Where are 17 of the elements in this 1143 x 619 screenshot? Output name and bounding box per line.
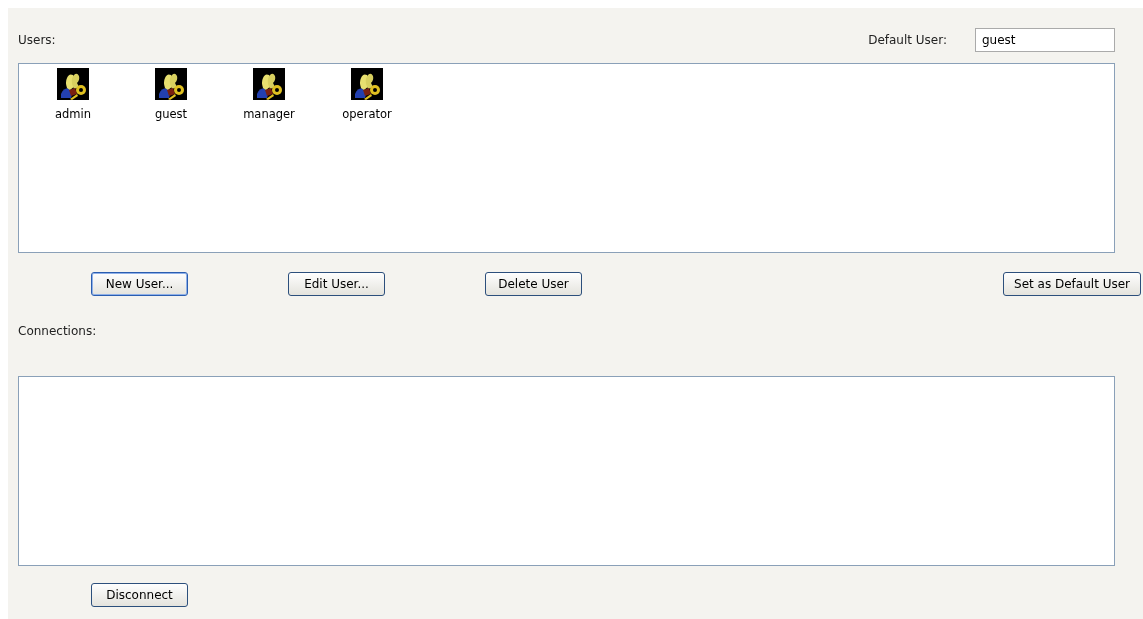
action-button[interactable]: Edit User... — [288, 272, 385, 296]
user-name[interactable]: guest — [133, 107, 209, 121]
default-user-field[interactable]: guest — [975, 28, 1115, 52]
users-key-icon — [155, 68, 187, 100]
users-key-icon — [57, 68, 89, 100]
user-name[interactable]: operator — [329, 107, 405, 121]
users-label: Users: — [18, 33, 56, 47]
users-key-icon — [351, 68, 383, 100]
action-button[interactable]: New User... — [91, 272, 188, 296]
user-name[interactable]: manager — [231, 107, 307, 121]
default-user-label: Default User: — [868, 33, 947, 47]
action-button[interactable]: Set as Default User — [1003, 272, 1141, 296]
action-button[interactable]: Delete User — [485, 272, 582, 296]
action-button[interactable]: Disconnect — [91, 583, 188, 607]
users-key-icon — [253, 68, 285, 100]
connections-label: Connections: — [18, 324, 98, 338]
user-name[interactable]: admin — [35, 107, 111, 121]
